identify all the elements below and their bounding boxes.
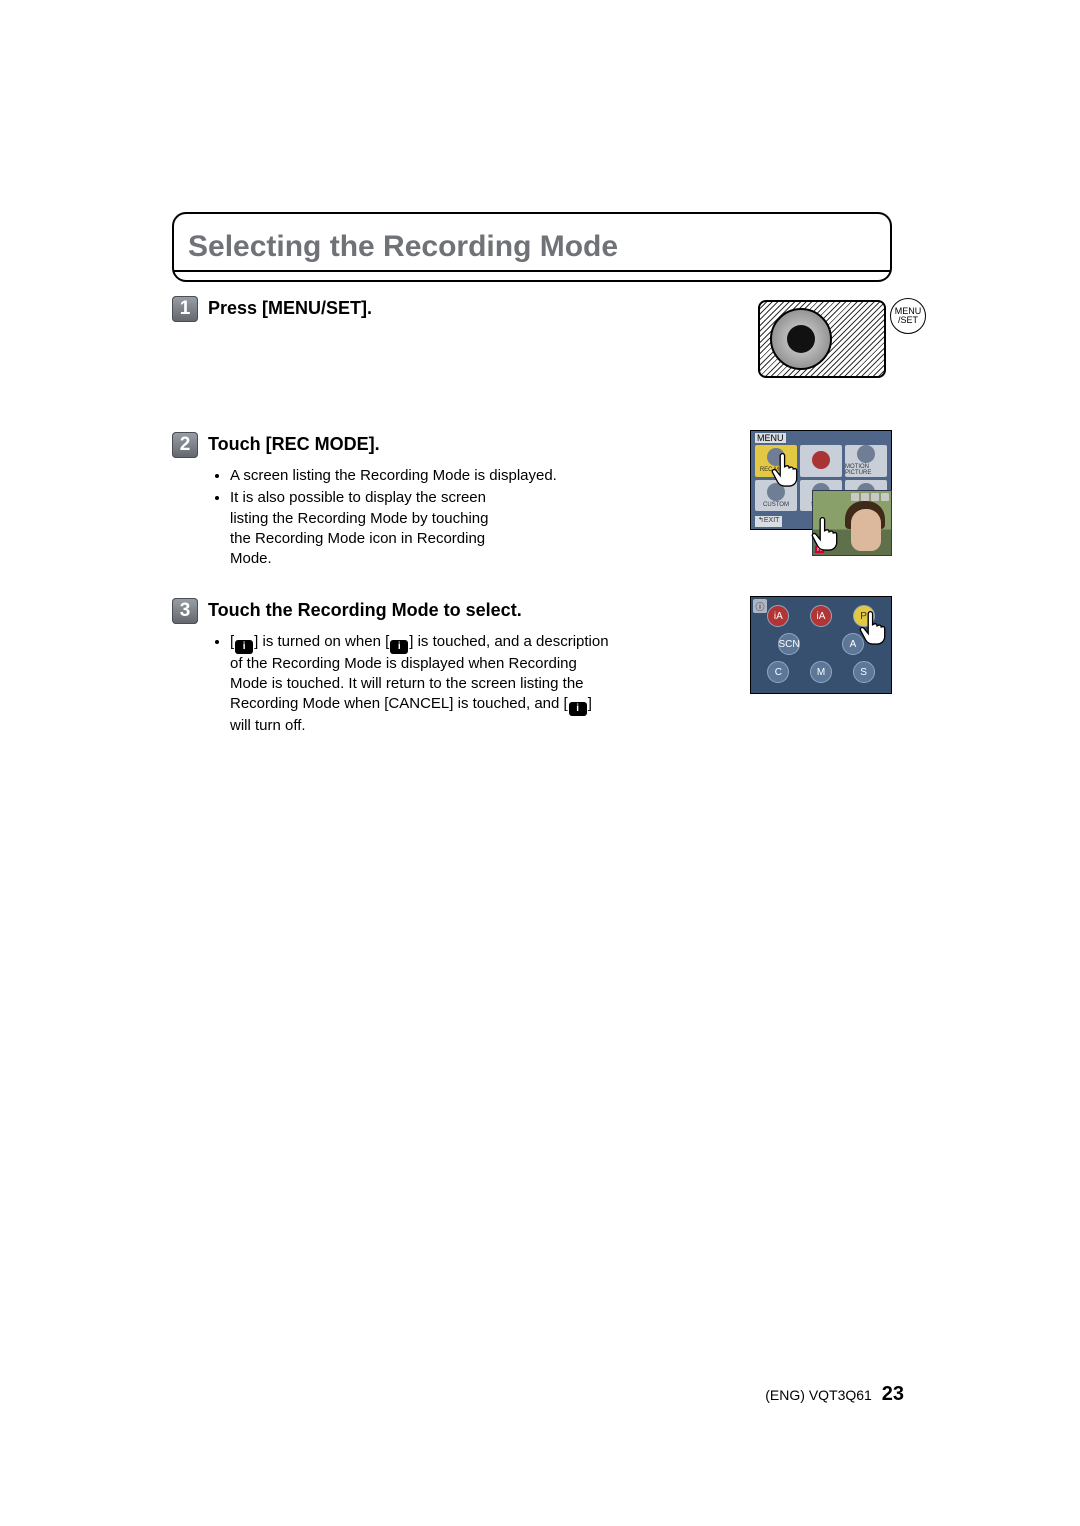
step-1-title: Press [MENU/SET].	[208, 296, 372, 319]
step-3-body: [i] is turned on when [i] is touched, an…	[212, 632, 612, 736]
mode-chip-s: S	[853, 661, 875, 683]
rec-badge: R	[815, 546, 824, 553]
mode-chip-a: A	[842, 633, 864, 655]
step-3-title: Touch the Recording Mode to select.	[208, 598, 522, 621]
mode-chip-ia: iA	[767, 605, 789, 627]
menu-exit-label: ↰EXIT	[755, 516, 782, 527]
section-title: Selecting the Recording Mode	[174, 230, 890, 272]
menu-header-label: MENU	[755, 433, 786, 443]
info-icon: i	[235, 640, 253, 654]
info-icon: i	[569, 702, 587, 716]
step-2: 2 Touch [REC MODE]. A screen listing the…	[172, 432, 892, 572]
mode-chip-ia2: iA	[810, 605, 832, 627]
manual-page: Selecting the Recording Mode 1 Press [ME…	[172, 212, 892, 762]
step-3: 3 Touch the Recording Mode to select. [i…	[172, 598, 892, 736]
menu-item-motion: MOTION PICTURE	[845, 445, 887, 477]
step-number-badge: 1	[172, 296, 198, 322]
menu-item-rec-mode: REC MODE	[755, 445, 797, 477]
menu-item-custom: CUSTOM	[755, 480, 797, 512]
page-number: 23	[882, 1383, 904, 1405]
mode-chip-m: M	[810, 661, 832, 683]
step-2-title: Touch [REC MODE].	[208, 432, 380, 455]
live-preview-illustration: R	[812, 490, 892, 556]
step-2-bullet-2: It is also possible to display the scree…	[230, 488, 510, 569]
info-icon: i	[390, 640, 408, 654]
step-3-bullet: [i] is turned on when [i] is touched, an…	[230, 632, 612, 736]
title-frame: Selecting the Recording Mode	[172, 212, 892, 282]
menu-set-callout: MENU /SET	[890, 298, 926, 334]
mode-chip-c: C	[767, 661, 789, 683]
step-number-badge: 3	[172, 598, 198, 624]
mode-chip-p: P	[853, 605, 875, 627]
manual-code: (ENG) VQT3Q61	[765, 1387, 872, 1403]
camera-illustration: MENU /SET	[752, 294, 892, 384]
mode-select-illustration: ⓘ iA iA P SCN A C M S	[750, 596, 892, 694]
steps-container: 1 Press [MENU/SET]. MENU /SET 2 Touch [R…	[172, 296, 892, 736]
menu-item-rec	[800, 445, 842, 477]
page-footer: (ENG) VQT3Q61 23	[765, 1383, 904, 1406]
step-1: 1 Press [MENU/SET]. MENU /SET	[172, 296, 892, 406]
step-number-badge: 2	[172, 432, 198, 458]
mode-chip-scn: SCN	[778, 633, 800, 655]
